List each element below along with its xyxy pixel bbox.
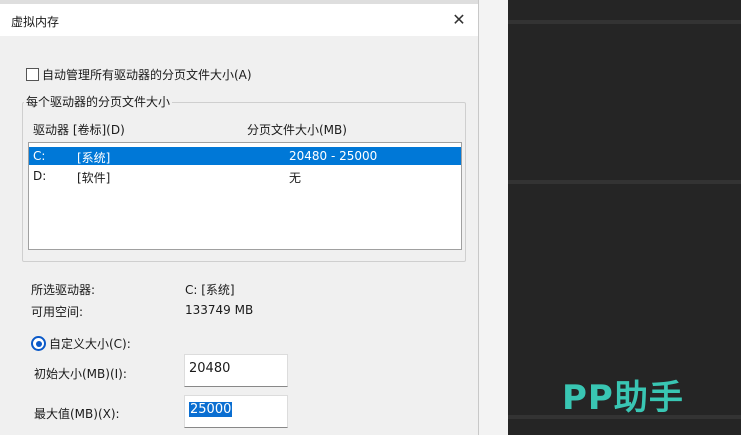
selected-drive-label: 所选驱动器: — [31, 283, 96, 297]
custom-size-radio[interactable] — [31, 336, 46, 351]
drive-row-d[interactable]: D: [软件] 无 — [29, 167, 461, 185]
max-size-label: 最大值(MB)(X): — [34, 407, 120, 421]
drive-letter: D: — [33, 169, 47, 183]
checkbox-box[interactable] — [26, 68, 39, 81]
drive-letter: C: — [33, 149, 46, 163]
auto-manage-checkbox[interactable]: 自动管理所有驱动器的分页文件大小(A) — [26, 66, 252, 83]
drive-list[interactable]: C: [系统] 20480 - 25000 D: [软件] 无 — [28, 142, 462, 250]
drives-group-legend: 每个驱动器的分页文件大小 — [24, 93, 173, 110]
column-header-size: 分页文件大小(MB) — [247, 123, 347, 137]
drive-row-c[interactable]: C: [系统] 20480 - 25000 — [29, 147, 461, 165]
drive-size: 20480 - 25000 — [289, 149, 378, 163]
initial-size-input[interactable]: 20480 — [184, 354, 288, 387]
free-space-label: 可用空间: — [31, 305, 84, 319]
drive-size: 无 — [289, 171, 302, 185]
max-size-value: 25000 — [189, 402, 233, 417]
dialog-title: 虚拟内存 — [11, 15, 60, 29]
column-header-drive: 驱动器 [卷标](D) — [33, 123, 125, 137]
drive-label: [软件] — [77, 171, 111, 185]
virtual-memory-dialog: 虚拟内存 ✕ 自动管理所有驱动器的分页文件大小(A) 每个驱动器的分页文件大小 … — [0, 0, 479, 435]
auto-manage-label: 自动管理所有驱动器的分页文件大小(A) — [42, 68, 252, 82]
free-space-value: 133749 MB — [185, 303, 254, 317]
background-divider — [508, 180, 741, 184]
background-strip — [478, 0, 508, 435]
title-bar: 虚拟内存 ✕ — [0, 4, 478, 36]
close-icon[interactable]: ✕ — [448, 8, 470, 32]
custom-size-label: 自定义大小(C): — [49, 337, 131, 351]
watermark-logo: PP助手 — [562, 378, 684, 418]
initial-size-value: 20480 — [189, 361, 231, 376]
initial-size-label: 初始大小(MB)(I): — [34, 367, 127, 381]
background-divider — [508, 20, 741, 24]
selected-drive-value: C: [系统] — [185, 283, 235, 297]
drive-label: [系统] — [77, 151, 111, 165]
max-size-input[interactable]: 25000 — [184, 395, 288, 428]
